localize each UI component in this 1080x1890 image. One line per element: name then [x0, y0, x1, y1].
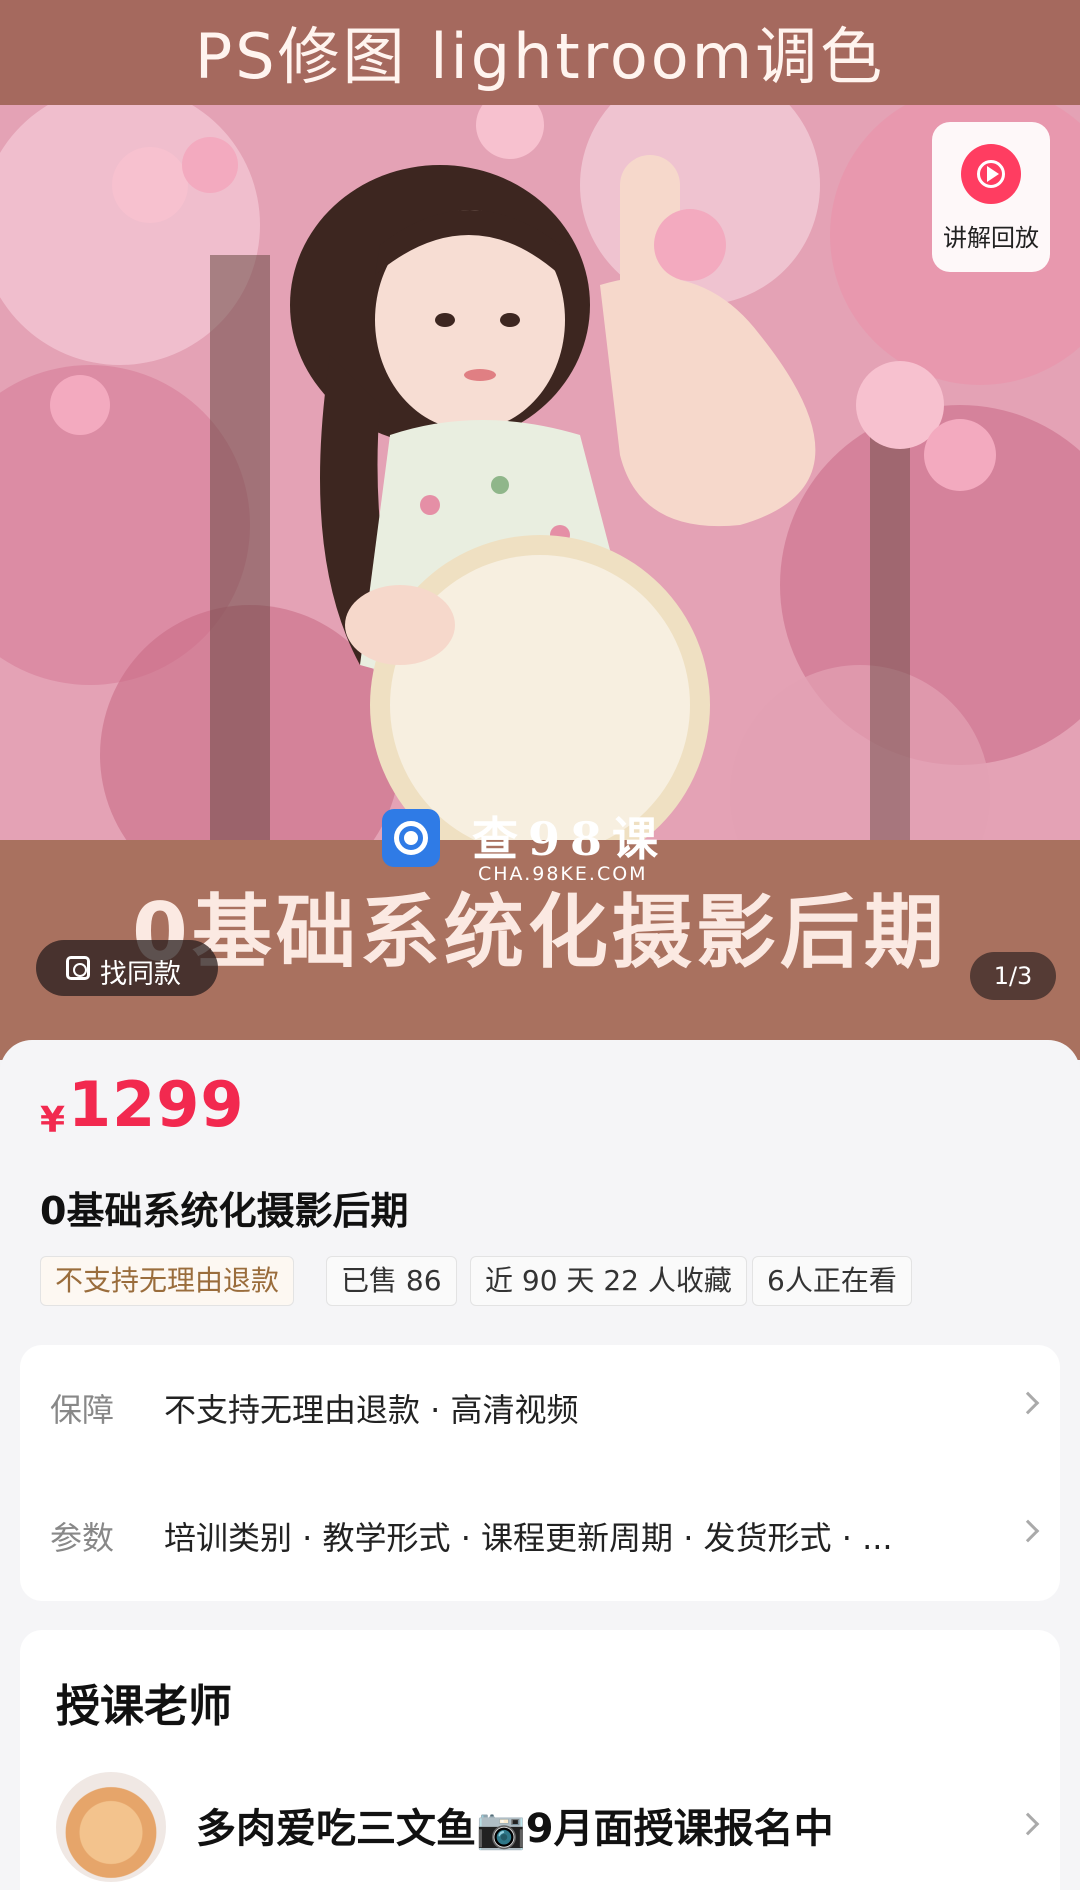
scan-icon [66, 956, 90, 980]
chevron-right-icon [1016, 1519, 1040, 1543]
play-replay-icon [961, 144, 1021, 204]
watermark-name: 查98课 [472, 812, 669, 866]
product-info-card: ¥ 1299 0基础系统化摄影后期 不支持无理由退款 已售 86 近 90 天 … [0, 1040, 1080, 1890]
price-currency-symbol: ¥ [40, 1100, 66, 1141]
find-similar-button[interactable]: 找同款 [36, 940, 218, 996]
chevron-right-icon [1016, 1391, 1040, 1415]
guarantee-value: 不支持无理由退款 · 高清视频 [164, 1391, 579, 1429]
product-page: PS修图 lightroom调色 查98课 CHA.98KE.COM 0基础系统… [0, 0, 1080, 1890]
hero-image-carousel[interactable]: PS修图 lightroom调色 查98课 CHA.98KE.COM 0基础系统… [0, 0, 1080, 1060]
find-similar-label: 找同款 [100, 959, 181, 990]
params-label: 参数 [50, 1519, 115, 1557]
teacher-avatar[interactable] [56, 1772, 166, 1882]
site-logo-icon [382, 809, 440, 867]
replay-label: 讲解回放 [943, 224, 1039, 252]
teacher-name[interactable]: 多肉爱吃三文鱼📷9月面授课报名中 [196, 1796, 834, 1854]
image-page-indicator: 1/3 [970, 952, 1056, 1000]
tag-sold-count: 已售 86 [326, 1256, 457, 1306]
tag-viewers: 6人正在看 [752, 1256, 912, 1306]
product-title: 0基础系统化摄影后期 [40, 1189, 409, 1233]
tag-favorites: 近 90 天 22 人收藏 [470, 1256, 747, 1306]
hero-top-text: PS修图 lightroom调色 [194, 20, 886, 93]
teacher-heading: 授课老师 [56, 1681, 232, 1732]
replay-button[interactable]: 讲解回放 [932, 122, 1050, 272]
hero-photo [0, 105, 1080, 840]
guarantee-params-card: 保障 不支持无理由退款 · 高清视频 参数 培训类别 · 教学形式 · 课程更新… [20, 1345, 1060, 1601]
params-value: 培训类别 · 教学形式 · 课程更新周期 · 发货形式 · ... [164, 1519, 893, 1557]
teacher-card: 授课老师 多肉爱吃三文鱼📷9月面授课报名中 [20, 1630, 1060, 1890]
guarantee-row[interactable]: 保障 不支持无理由退款 · 高清视频 [20, 1345, 1060, 1473]
guarantee-label: 保障 [50, 1391, 115, 1429]
chevron-right-icon[interactable] [1016, 1812, 1040, 1836]
cherry-blossom-portrait-illustration [0, 105, 1080, 840]
price-value: 1299 [68, 1068, 245, 1141]
params-row[interactable]: 参数 培训类别 · 教学形式 · 课程更新周期 · 发货形式 · ... [20, 1473, 1060, 1601]
tag-no-refund: 不支持无理由退款 [40, 1256, 295, 1306]
